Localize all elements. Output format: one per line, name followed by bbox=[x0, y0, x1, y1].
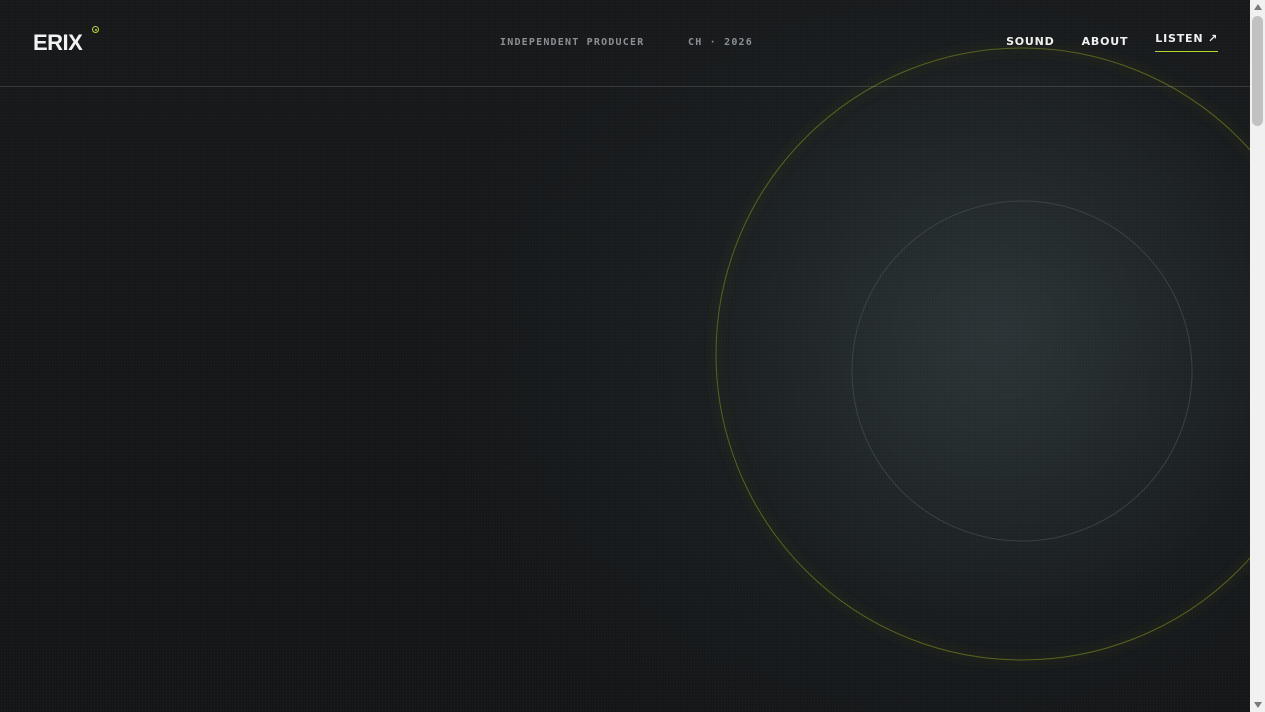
location-year: CH · 2026 bbox=[688, 37, 753, 48]
decorative-circles bbox=[715, 47, 1250, 661]
inner-ring bbox=[851, 200, 1193, 542]
tagline: INDEPENDENT PRODUCER bbox=[500, 37, 645, 48]
main-nav: SOUND ABOUT LISTEN ↗ bbox=[1006, 32, 1218, 52]
scroll-up-icon[interactable] bbox=[1254, 4, 1262, 10]
outer-ring bbox=[715, 47, 1250, 661]
nav-sound[interactable]: SOUND bbox=[1006, 35, 1055, 52]
scroll-down-icon[interactable] bbox=[1254, 702, 1262, 708]
hero-section: ERIX INDEPENDENT PRODUCER CH · 2026 SOUN… bbox=[0, 0, 1250, 712]
registered-mark-icon bbox=[92, 26, 99, 33]
nav-about[interactable]: ABOUT bbox=[1082, 35, 1129, 52]
site-header: ERIX INDEPENDENT PRODUCER CH · 2026 SOUN… bbox=[0, 0, 1250, 87]
scrollbar[interactable] bbox=[1250, 0, 1265, 712]
nav-listen[interactable]: LISTEN ↗ bbox=[1155, 32, 1218, 52]
logo[interactable]: ERIX bbox=[33, 30, 83, 56]
scroll-thumb[interactable] bbox=[1252, 16, 1263, 126]
